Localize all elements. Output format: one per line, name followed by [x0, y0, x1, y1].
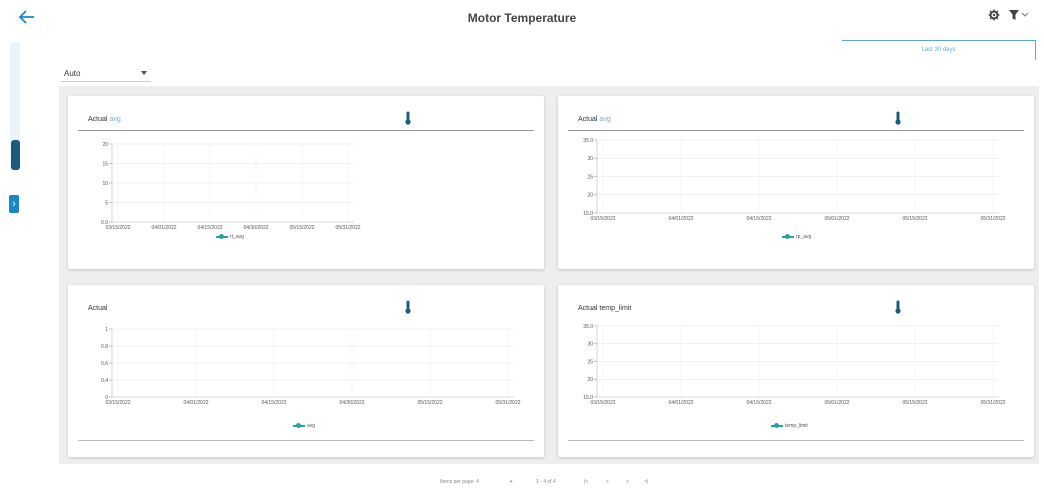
- x-tick-label: 05/15/2022: [417, 400, 442, 406]
- x-tick-label: 04/15/2022: [197, 225, 222, 231]
- first-page-button[interactable]: |<: [584, 479, 588, 485]
- chart-card-2: Actual avg 35.0 30 25 20 15.0 03/15/2022 04/01…: [558, 96, 1034, 269]
- x-tick-label: 04/01/2022: [183, 400, 208, 406]
- paginator: Items per page: 4 ▾ 1 - 4 of 4 |< < > >|: [440, 479, 660, 489]
- chart-card-4: Actual temp_limit 35.0 30 25 20 15.0 03/15/20…: [558, 285, 1034, 457]
- left-scroll-thumb[interactable]: [11, 140, 20, 170]
- filter-icon[interactable]: [1008, 9, 1030, 21]
- dashboard-panels: Actual avg 20 15 10 5 0.0 03/15/2022 04/01/202…: [59, 86, 1039, 464]
- y-tick-label: 25: [587, 359, 593, 365]
- legend-swatch: [216, 233, 228, 239]
- y-tick-label: 30: [587, 156, 593, 162]
- y-tick-label: 35.0: [583, 324, 593, 330]
- y-tick-label: 5: [105, 200, 108, 206]
- thermometer-icon: [405, 111, 411, 125]
- x-tick-label: 04/15/2022: [746, 216, 771, 222]
- legend-swatch: [771, 422, 783, 428]
- x-tick-label: 05/01/2022: [824, 400, 849, 406]
- items-per-page-select[interactable]: Items per page: 4: [440, 479, 479, 485]
- prev-page-button[interactable]: <: [606, 479, 609, 485]
- last-page-button[interactable]: >|: [644, 479, 648, 485]
- card-title: Actual: [88, 305, 108, 312]
- y-tick-label: 10: [102, 181, 108, 187]
- chart-card-1: Actual avg 20 15 10 5 0.0 03/15/2022 04/01/202…: [68, 96, 544, 269]
- expand-panel-button[interactable]: ›: [9, 195, 19, 213]
- x-tick-label: 04/01/2022: [151, 225, 176, 231]
- chart-legend: rt_avg: [216, 233, 244, 240]
- y-tick-label: 20: [587, 377, 593, 383]
- x-tick-label: 05/15/2022: [902, 400, 927, 406]
- card-divider: [78, 130, 534, 131]
- card-divider: [568, 130, 1024, 131]
- x-tick-label: 04/01/2022: [668, 216, 693, 222]
- aggregation-select-value: Auto: [64, 69, 81, 78]
- chart-legend: rp_avg: [782, 233, 811, 240]
- page-title: Motor Temperature: [467, 11, 577, 25]
- thermometer-icon: [405, 300, 411, 314]
- x-tick-label: 05/31/2022: [980, 216, 1005, 222]
- thermometer-icon: [895, 111, 901, 125]
- chevron-down-icon[interactable]: ▾: [510, 479, 513, 485]
- chart-legend: avg: [293, 422, 315, 429]
- card-title: Actual temp_limit: [578, 305, 632, 312]
- y-tick-label: 25: [587, 174, 593, 180]
- x-tick-label: 05/31/2022: [980, 400, 1005, 406]
- page-range: 1 - 4 of 4: [536, 479, 556, 485]
- y-tick-label: 20: [102, 142, 108, 148]
- y-tick-label: 0.4: [101, 378, 108, 384]
- card-divider: [78, 440, 534, 441]
- x-tick-label: 05/15/2022: [289, 225, 314, 231]
- y-tick-label: 1: [105, 327, 108, 333]
- top-bar: Motor Temperature: [0, 0, 1044, 36]
- date-range-link[interactable]: Last 30 days: [842, 40, 1036, 60]
- x-tick-label: 04/30/2022: [339, 400, 364, 406]
- y-tick-label: 0.8: [101, 344, 108, 350]
- aggregation-select[interactable]: Auto: [61, 66, 151, 82]
- x-tick-label: 04/01/2022: [668, 400, 693, 406]
- chart-1: 20151050.003/15/2022 04/01/2022 04/15/2022…: [101, 142, 361, 231]
- x-tick-label: 04/30/2022: [243, 225, 268, 231]
- y-tick-label: 0.6: [101, 361, 108, 367]
- chart-4: 35.030252015.003/15/2022 04/01/2022 04/15/…: [583, 324, 1005, 406]
- legend-swatch: [782, 233, 794, 239]
- y-tick-label: 30: [587, 342, 593, 348]
- card-title: Actual avg: [88, 116, 121, 123]
- next-page-button[interactable]: >: [626, 479, 629, 485]
- x-tick-label: 04/15/2022: [261, 400, 286, 406]
- card-divider: [568, 440, 1024, 441]
- x-tick-label: 05/01/2022: [824, 216, 849, 222]
- x-tick-label: 03/15/2022: [105, 225, 130, 231]
- x-tick-label: 03/15/2022: [590, 400, 615, 406]
- chevron-down-icon: [141, 71, 147, 75]
- x-tick-label: 03/15/2022: [105, 400, 130, 406]
- card-title: Actual avg: [578, 116, 611, 123]
- y-tick-label: 20: [587, 193, 593, 199]
- y-tick-label: 35.0: [583, 138, 593, 144]
- chart-legend: temp_limit: [771, 422, 808, 429]
- thermometer-icon: [895, 300, 901, 314]
- x-tick-label: 04/15/2022: [746, 400, 771, 406]
- x-tick-label: 05/31/2022: [495, 400, 520, 406]
- x-tick-label: 05/15/2022: [902, 216, 927, 222]
- chart-3: 10.80.60.4003/15/2022 04/01/2022 04/15/202…: [101, 327, 521, 406]
- x-tick-label: 03/15/2022: [590, 216, 615, 222]
- gear-icon[interactable]: [988, 9, 1000, 21]
- chart-2: 35.030252015.003/15/2022 04/01/2022 04/15/…: [583, 138, 1005, 222]
- x-tick-label: 05/31/2022: [335, 225, 360, 231]
- chart-card-3: Actual 1 0.8 0.6 0.4 0 03/15/2022 04/01/2022 04…: [68, 285, 544, 457]
- y-tick-label: 15: [102, 161, 108, 167]
- legend-swatch: [293, 422, 305, 428]
